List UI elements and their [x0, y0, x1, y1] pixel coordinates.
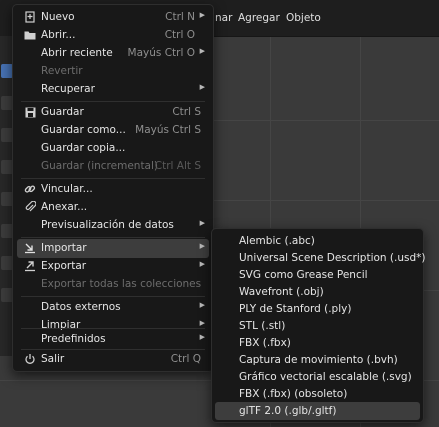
menu-item-recuperar[interactable]: Recuperar ▶: [17, 80, 209, 99]
header-menu-select[interactable]: nar: [215, 12, 232, 24]
import-item-fbx-legacy[interactable]: FBX (.fbx) (obsoleto): [215, 385, 420, 403]
menu-item-shortcut: Mayús Ctrl O: [127, 47, 195, 59]
submenu-arrow-icon: ▶: [199, 219, 205, 227]
menu-item-label: Abrir reciente: [41, 47, 113, 59]
submenu-arrow-icon: ▶: [199, 301, 205, 309]
submenu-arrow-icon: ▶: [199, 333, 205, 341]
import-item-alembic[interactable]: Alembic (.abc): [215, 232, 420, 250]
save-icon: [23, 105, 37, 119]
menu-item-label: Abrir...: [41, 29, 76, 41]
import-item-svg-grease-pencil[interactable]: SVG como Grease Pencil: [215, 266, 420, 284]
menu-item-guardar-como[interactable]: Guardar como... Mayús Ctrl S: [17, 121, 209, 140]
menu-item-label: Anexar...: [41, 201, 88, 213]
submenu-arrow-icon: ▶: [199, 319, 205, 327]
menu-item-label: Vincular...: [41, 183, 93, 195]
menu-item-predefinidos[interactable]: Predefinidos ▶: [17, 330, 209, 349]
menu-item-guardar-incremental: Guardar (incremental) Ctrl Alt S: [17, 157, 209, 176]
import-item-bvh[interactable]: Captura de movimiento (.bvh): [215, 351, 420, 369]
import-submenu: Alembic (.abc) Universal Scene Descripti…: [211, 228, 425, 423]
import-item-fbx[interactable]: FBX (.fbx): [215, 334, 420, 352]
menu-item-importar[interactable]: Importar ▶: [17, 239, 209, 258]
import-item-label: STL (.stl): [239, 320, 286, 332]
menu-item-label: Guardar (incremental): [41, 160, 159, 172]
menu-item-label: Previsualización de datos: [41, 219, 174, 231]
menu-item-exportar[interactable]: Exportar ▶: [17, 257, 209, 276]
menu-item-label: Recuperar: [41, 83, 95, 95]
import-item-label: Wavefront (.obj): [239, 286, 324, 298]
menu-item-label: Importar: [41, 242, 87, 254]
paperclip-icon: [23, 200, 37, 214]
menu-item-shortcut: Ctrl N: [165, 11, 195, 23]
link-icon: [23, 182, 37, 196]
menu-item-vincular[interactable]: Vincular...: [17, 180, 209, 199]
import-icon: [23, 241, 37, 255]
submenu-arrow-icon: ▶: [199, 242, 205, 250]
import-item-wavefront[interactable]: Wavefront (.obj): [215, 283, 420, 301]
menu-separator: [21, 328, 205, 329]
menu-item-anexar[interactable]: Anexar...: [17, 198, 209, 217]
import-item-label: glTF 2.0 (.glb/.gltf): [239, 405, 337, 417]
menu-separator: [21, 178, 205, 179]
menu-item-shortcut: Ctrl Alt S: [154, 160, 201, 172]
menu-item-label: Guardar: [41, 106, 84, 118]
menu-separator: [21, 237, 205, 238]
menu-item-previsualizacion[interactable]: Previsualización de datos ▶: [17, 216, 209, 235]
import-item-label: Captura de movimiento (.bvh): [239, 354, 398, 366]
menu-item-revertir: Revertir: [17, 62, 209, 81]
menu-item-guardar-copia[interactable]: Guardar copia...: [17, 139, 209, 158]
menu-item-label: Guardar copia...: [41, 142, 126, 154]
import-item-label: FBX (.fbx): [239, 337, 291, 349]
menu-item-label: Nuevo: [41, 11, 75, 23]
file-menu: Nuevo Ctrl N ▶ Abrir... Ctrl O Abrir rec…: [12, 4, 214, 372]
import-item-label: Alembic (.abc): [239, 235, 315, 247]
header-menu-object[interactable]: Objeto: [286, 12, 321, 24]
menu-item-exportar-colecciones: Exportar todas las colecciones: [17, 275, 209, 294]
menu-item-datos-externos[interactable]: Datos externos ▶: [17, 298, 209, 317]
import-item-svg[interactable]: Gráfico vectorial escalable (.svg): [215, 368, 420, 386]
menu-item-shortcut: Mayús Ctrl S: [135, 124, 201, 136]
menu-item-label: Exportar todas las colecciones: [41, 278, 202, 290]
menu-separator: [21, 101, 205, 102]
menu-item-shortcut: Ctrl O: [164, 29, 195, 41]
import-item-ply[interactable]: PLY de Stanford (.ply): [215, 300, 420, 318]
menu-item-nuevo[interactable]: Nuevo Ctrl N ▶: [17, 8, 209, 27]
menu-item-shortcut: Ctrl S: [172, 106, 201, 118]
export-icon: [23, 259, 37, 273]
import-item-label: SVG como Grease Pencil: [239, 269, 368, 281]
import-item-label: FBX (.fbx) (obsoleto): [239, 388, 348, 400]
menu-item-abrir[interactable]: Abrir... Ctrl O: [17, 26, 209, 45]
menu-item-abrir-reciente[interactable]: Abrir reciente Mayús Ctrl O ▶: [17, 44, 209, 63]
menu-item-label: Datos externos: [41, 301, 121, 313]
import-item-stl[interactable]: STL (.stl): [215, 317, 420, 335]
menu-item-guardar[interactable]: Guardar Ctrl S: [17, 103, 209, 122]
menu-item-shortcut: Ctrl Q: [170, 353, 201, 365]
submenu-arrow-icon: ▶: [199, 11, 205, 19]
menu-item-label: Exportar: [41, 260, 87, 272]
new-file-icon: [23, 10, 37, 24]
menu-item-salir[interactable]: Salir Ctrl Q: [17, 350, 209, 369]
submenu-arrow-icon: ▶: [199, 83, 205, 91]
power-icon: [23, 352, 37, 366]
import-item-label: Universal Scene Description (.usd*): [239, 252, 426, 264]
menu-item-label: Predefinidos: [41, 333, 106, 345]
menu-item-label: Salir: [41, 353, 65, 365]
submenu-arrow-icon: ▶: [199, 47, 205, 55]
menu-separator: [21, 296, 205, 297]
menu-item-label: Guardar como...: [41, 124, 126, 136]
import-item-label: Gráfico vectorial escalable (.svg): [239, 371, 412, 383]
submenu-arrow-icon: ▶: [199, 260, 205, 268]
import-item-usd[interactable]: Universal Scene Description (.usd*): [215, 249, 425, 267]
import-item-label: PLY de Stanford (.ply): [239, 303, 352, 315]
folder-icon: [23, 28, 37, 42]
menu-item-label: Revertir: [41, 65, 83, 77]
import-item-gltf[interactable]: glTF 2.0 (.glb/.gltf): [215, 402, 420, 420]
header-menu-add[interactable]: Agregar: [238, 12, 280, 24]
